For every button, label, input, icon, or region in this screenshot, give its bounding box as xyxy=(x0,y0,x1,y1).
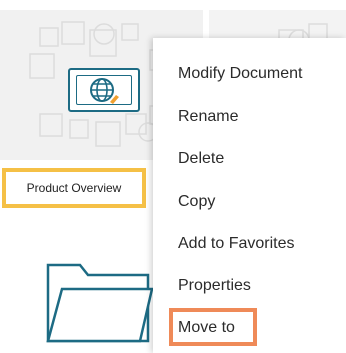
document-name-text: Product Overview xyxy=(26,181,122,195)
menu-item-copy[interactable]: Copy xyxy=(153,182,346,223)
menu-item-delete[interactable]: Delete xyxy=(153,139,346,180)
menu-item-label: Move to xyxy=(178,319,235,336)
menu-item-rename[interactable]: Rename xyxy=(153,97,346,138)
menu-item-properties[interactable]: Properties xyxy=(153,266,346,307)
menu-item-modify-document[interactable]: Modify Document xyxy=(153,54,346,95)
menu-item-label: Rename xyxy=(178,108,239,125)
folder-icon xyxy=(46,263,154,343)
context-menu: Modify Document Rename Delete Copy Add t… xyxy=(153,38,346,353)
menu-item-label: Delete xyxy=(178,150,225,167)
globe-document-icon xyxy=(68,68,140,112)
menu-item-move-to[interactable]: Move to xyxy=(153,308,346,349)
menu-item-label: Properties xyxy=(178,277,251,294)
menu-item-label: Add to Favorites xyxy=(178,235,295,252)
document-name-label[interactable]: Product Overview xyxy=(2,168,146,208)
menu-item-label: Modify Document xyxy=(178,65,303,82)
menu-item-label: Copy xyxy=(178,193,216,210)
menu-item-add-to-favorites[interactable]: Add to Favorites xyxy=(153,224,346,265)
